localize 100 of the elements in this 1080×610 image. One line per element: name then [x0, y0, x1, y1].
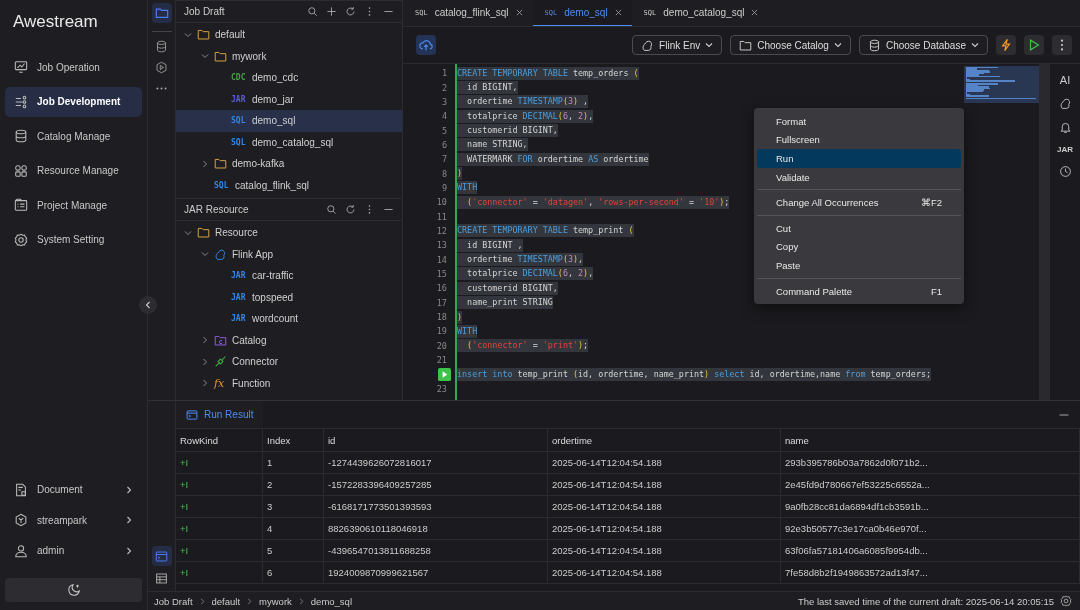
- table-cell: 8826390610118046918: [323, 517, 548, 540]
- jar-label[interactable]: JAR: [1057, 145, 1073, 154]
- column-header[interactable]: name: [780, 429, 1080, 452]
- breadcrumb-item[interactable]: mywork: [259, 595, 292, 607]
- folder-icon: [197, 28, 210, 42]
- menu-item[interactable]: Cut: [757, 218, 961, 238]
- tree-item[interactable]: Connector: [176, 351, 402, 373]
- settings-icon[interactable]: [1060, 595, 1072, 607]
- menu-item[interactable]: Copy: [757, 237, 961, 257]
- terminal-icon[interactable]: [151, 546, 172, 566]
- menu-item[interactable]: Change All Occurrences ⌘F2: [757, 193, 961, 212]
- tree-item[interactable]: mywork: [176, 45, 402, 67]
- line-number: 13: [436, 240, 447, 251]
- upload-button[interactable]: [416, 35, 436, 55]
- tree-item[interactable]: demo-kafka: [176, 153, 402, 175]
- refresh-icon[interactable]: [345, 204, 356, 215]
- nav-item[interactable]: Catalog Manage: [5, 121, 142, 152]
- line-number: 11: [436, 211, 447, 222]
- database-icon[interactable]: [155, 40, 168, 53]
- lightning-icon: [999, 38, 1013, 52]
- nav-item[interactable]: streampark: [5, 505, 142, 536]
- close-icon[interactable]: [751, 9, 759, 16]
- tree-item[interactable]: JAR car-traffic: [176, 265, 402, 287]
- tree-item[interactable]: default: [176, 24, 402, 46]
- add-icon[interactable]: [326, 6, 337, 17]
- menu-item[interactable]: Format: [757, 112, 961, 131]
- close-icon[interactable]: [515, 9, 523, 16]
- line-number: 5: [441, 125, 447, 136]
- nodes-icon: [14, 94, 28, 109]
- theme-toggle-button[interactable]: [5, 578, 142, 602]
- tree-item[interactable]: Flink App: [176, 243, 402, 265]
- nav-item[interactable]: System Setting: [5, 224, 142, 255]
- panel-title: Job Draft: [184, 6, 226, 17]
- table-cell: 6: [262, 561, 324, 584]
- more-button[interactable]: [1052, 35, 1072, 55]
- folder-icon: [197, 226, 210, 240]
- grid-icon: [14, 163, 28, 178]
- table-cell: -1274439626072816017: [323, 451, 548, 474]
- menu-item[interactable]: Command Palette F1: [757, 281, 961, 301]
- tree-item[interactable]: CDC demo_cdc: [176, 67, 402, 89]
- line-number: 23: [436, 383, 447, 394]
- select-dropdown[interactable]: Choose Database: [858, 35, 988, 55]
- file-type-label: JAR: [231, 314, 247, 324]
- menu-item[interactable]: Fullscreen: [757, 130, 961, 150]
- folder-icon[interactable]: [151, 3, 172, 23]
- ai-label[interactable]: AI: [1059, 74, 1071, 86]
- chevron-right-icon: [198, 597, 206, 605]
- breadcrumb-item[interactable]: Job Draft: [154, 595, 193, 607]
- line-number: 8: [441, 168, 447, 179]
- tree-item[interactable]: Catalog: [176, 329, 402, 351]
- table-cell: 293b395786b03a7862d0f071b2...: [780, 451, 1080, 474]
- table-cell: +I: [176, 517, 263, 540]
- tree-item[interactable]: JAR wordcount: [176, 308, 402, 330]
- line-number: 7: [441, 154, 447, 165]
- tree-item[interactable]: SQL catalog_flink_sql: [176, 174, 402, 196]
- tree-item[interactable]: Resource: [176, 222, 402, 244]
- table-cell: 1: [262, 451, 324, 474]
- nav-item[interactable]: Resource Manage: [5, 155, 142, 186]
- menu-item[interactable]: Run: [757, 149, 961, 168]
- nav-item[interactable]: admin: [5, 535, 142, 566]
- nav-item[interactable]: Job Development: [5, 86, 142, 117]
- nav-item[interactable]: Document: [5, 474, 142, 505]
- table-icon[interactable]: [155, 572, 168, 585]
- line-number: 20: [436, 340, 447, 351]
- breadcrumb-item[interactable]: default: [211, 595, 241, 607]
- column-header[interactable]: Index: [262, 429, 324, 452]
- tree-item[interactable]: JAR demo_jar: [176, 88, 402, 110]
- play-hexagon-icon[interactable]: [155, 61, 168, 74]
- search-icon[interactable]: [326, 204, 337, 215]
- clock-icon[interactable]: [1058, 165, 1072, 178]
- scrollbar[interactable]: [1039, 64, 1049, 400]
- refresh-icon[interactable]: [345, 6, 356, 17]
- nav-item[interactable]: Job Operation: [5, 52, 142, 83]
- table-cell: +I: [176, 473, 263, 496]
- table-cell: -1572283396409257285: [323, 473, 548, 496]
- close-icon[interactable]: [614, 9, 622, 16]
- chevron-right-icon: [246, 597, 254, 605]
- search-icon[interactable]: [307, 6, 318, 17]
- tree-item[interactable]: JAR topspeed: [176, 286, 402, 308]
- menu-item[interactable]: Validate: [757, 167, 961, 187]
- select-dropdown[interactable]: Choose Catalog: [730, 35, 851, 55]
- menu-item[interactable]: Paste: [757, 256, 961, 275]
- run-button[interactable]: [1024, 35, 1044, 55]
- nav-item[interactable]: Project Manage: [5, 190, 142, 221]
- table-cell: 2025-06-14T12:04:54.188: [547, 451, 781, 474]
- database-icon: [14, 129, 28, 144]
- breadcrumb-item[interactable]: demo_sql: [310, 595, 352, 607]
- column-header[interactable]: id: [323, 429, 548, 452]
- tree-item[interactable]: fx Function: [176, 372, 402, 394]
- flash-button[interactable]: [996, 35, 1016, 55]
- column-header[interactable]: ordertime: [547, 429, 781, 452]
- chevron-icon: [125, 485, 133, 494]
- tree-item[interactable]: SQL demo_catalog_sql: [176, 131, 402, 153]
- bell-icon[interactable]: [1058, 121, 1072, 134]
- table-cell: 3: [262, 495, 324, 518]
- tree-item[interactable]: SQL demo_sql: [176, 110, 402, 132]
- line-number: 10: [436, 197, 447, 208]
- column-header[interactable]: RowKind: [176, 429, 263, 452]
- table-cell: +I: [176, 561, 263, 584]
- select-dropdown[interactable]: Flink Env: [632, 35, 723, 55]
